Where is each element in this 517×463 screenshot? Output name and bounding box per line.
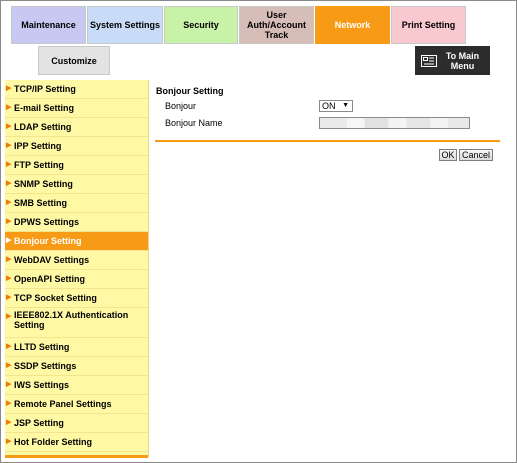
sidebar-item-ipp-setting[interactable]: ▶ IPP Setting (5, 137, 148, 156)
sidebar-item-ssdp-settings[interactable]: ▶ SSDP Settings (5, 357, 148, 376)
arrow-right-icon: ▶ (6, 381, 12, 388)
arrow-right-icon: ▶ (6, 85, 12, 92)
tab-maintenance[interactable]: Maintenance (11, 6, 86, 44)
arrow-right-icon: ▶ (6, 419, 12, 426)
tab-user-auth-line2: Auth/Account (247, 20, 306, 30)
arrow-right-icon: ▶ (6, 313, 12, 320)
bonjour-select[interactable]: ON ▼ (319, 100, 353, 112)
tab-security-label: Security (183, 20, 219, 30)
sidebar-item-label: SMB Setting (14, 198, 67, 208)
sidebar-item-label: LLTD Setting (14, 342, 70, 352)
sidebar-item-bonjour-setting[interactable]: ▶ Bonjour Setting (5, 232, 148, 251)
sidebar-item-label: IWS Settings (14, 380, 70, 390)
sidebar-item-openapi-setting[interactable]: ▶ OpenAPI Setting (5, 270, 148, 289)
bonjour-name-label: Bonjour Name (165, 118, 223, 128)
bonjour-name-input[interactable] (319, 117, 470, 129)
sidebar-item-label: SSDP Settings (14, 361, 77, 371)
sidebar-item-remote-panel-settings[interactable]: ▶ Remote Panel Settings (5, 395, 148, 414)
sidebar-item-label: LDAP Setting (14, 122, 72, 132)
bonjour-select-value: ON (322, 101, 336, 111)
sidebar-item-label: OpenAPI Setting (14, 274, 86, 284)
sidebar-item-label: SNMP Setting (14, 179, 73, 189)
arrow-right-icon: ▶ (6, 142, 12, 149)
ok-button[interactable]: OK (439, 149, 457, 161)
tab-security[interactable]: Security (164, 6, 238, 44)
arrow-right-icon: ▶ (6, 104, 12, 111)
sidebar-item-label: E-mail Setting (14, 103, 75, 113)
tab-network-label: Network (334, 20, 371, 30)
sidebar-item-label: Hot Folder Setting (14, 437, 92, 447)
to-main-menu-line1: To Main (445, 50, 480, 61)
to-main-menu-button[interactable]: To Main Menu (415, 46, 490, 75)
tab-print-setting-label: Print Setting (401, 20, 456, 30)
arrow-right-icon: ▶ (6, 400, 12, 407)
sidebar-item-label: Remote Panel Settings (14, 399, 112, 409)
sidebar-item-label: IPP Setting (14, 141, 62, 151)
bonjour-label: Bonjour (165, 101, 197, 111)
sidebar-item-label: IEEE802.1X Authentication Setting (14, 310, 129, 330)
content-divider (155, 140, 500, 142)
sidebar-item-tcp-socket-setting[interactable]: ▶ TCP Socket Setting (5, 289, 148, 308)
tab-network[interactable]: Network (315, 6, 390, 44)
tab-user-auth-line1: User (266, 10, 287, 20)
sidebar-item-ftp-setting[interactable]: ▶ FTP Setting (5, 156, 148, 175)
tab-maintenance-label: Maintenance (21, 20, 76, 30)
sidebar-item-jsp-setting[interactable]: ▶ JSP Setting (5, 414, 148, 433)
sidebar-item-snmp-setting[interactable]: ▶ SNMP Setting (5, 175, 148, 194)
arrow-right-icon: ▶ (6, 237, 12, 244)
arrow-right-icon: ▶ (6, 438, 12, 445)
tab-system-settings[interactable]: System Settings (87, 6, 163, 44)
sidebar-item-label: JSP Setting (14, 418, 64, 428)
sidebar-item-iws-settings[interactable]: ▶ IWS Settings (5, 376, 148, 395)
sidebar: ▶ TCP/IP Setting ▶ E-mail Setting ▶ LDAP Se… (5, 80, 149, 457)
arrow-right-icon: ▶ (6, 362, 12, 369)
arrow-right-icon: ▶ (6, 343, 12, 350)
tab-customize-label: Customize (51, 55, 97, 66)
sidebar-item-label: DPWS Settings (14, 217, 80, 227)
sidebar-item-tcpip-setting[interactable]: ▶ TCP/IP Setting (5, 80, 148, 99)
tab-customize[interactable]: Customize (38, 46, 110, 75)
tab-system-settings-label: System Settings (89, 20, 161, 30)
to-main-menu-line2: Menu (450, 60, 475, 71)
tab-print-setting[interactable]: Print Setting (391, 6, 466, 44)
arrow-right-icon: ▶ (6, 180, 12, 187)
tab-user-auth-account-track[interactable]: User Auth/Account Track (239, 6, 314, 44)
sidebar-item-lltd-setting[interactable]: ▶ LLTD Setting (5, 338, 148, 357)
sidebar-bottom-bar (5, 455, 148, 458)
sidebar-item-hot-folder-setting[interactable]: ▶ Hot Folder Setting (5, 433, 148, 452)
arrow-right-icon: ▶ (6, 123, 12, 130)
sidebar-item-webdav-settings[interactable]: ▶ WebDAV Settings (5, 251, 148, 270)
arrow-right-icon: ▶ (6, 161, 12, 168)
sidebar-item-label: TCP/IP Setting (14, 84, 76, 94)
page-title: Bonjour Setting (156, 86, 224, 96)
arrow-right-icon: ▶ (6, 256, 12, 263)
sidebar-item-dpws-settings[interactable]: ▶ DPWS Settings (5, 213, 148, 232)
arrow-right-icon: ▶ (6, 275, 12, 282)
sidebar-item-ieee8021x-authentication-setting[interactable]: ▶ IEEE802.1X Authentication Setting (5, 308, 148, 338)
arrow-right-icon: ▶ (6, 218, 12, 225)
sidebar-item-label: TCP Socket Setting (14, 293, 97, 303)
tab-user-auth-line3: Track (264, 30, 289, 40)
sidebar-item-label: WebDAV Settings (14, 255, 90, 265)
arrow-right-icon: ▶ (6, 294, 12, 301)
chevron-down-icon: ▼ (342, 102, 349, 109)
tab-user-auth-label: User Auth/Account Track (247, 10, 306, 40)
sidebar-item-smb-setting[interactable]: ▶ SMB Setting (5, 194, 148, 213)
cancel-button[interactable]: Cancel (459, 149, 493, 161)
arrow-right-icon: ▶ (6, 199, 12, 206)
main-menu-icon (421, 54, 439, 68)
sidebar-item-label: Bonjour Setting (14, 236, 82, 246)
to-main-menu-label: To Main Menu (439, 51, 490, 71)
sidebar-item-label: FTP Setting (14, 160, 64, 170)
sidebar-item-email-setting[interactable]: ▶ E-mail Setting (5, 99, 148, 118)
sidebar-item-ldap-setting[interactable]: ▶ LDAP Setting (5, 118, 148, 137)
